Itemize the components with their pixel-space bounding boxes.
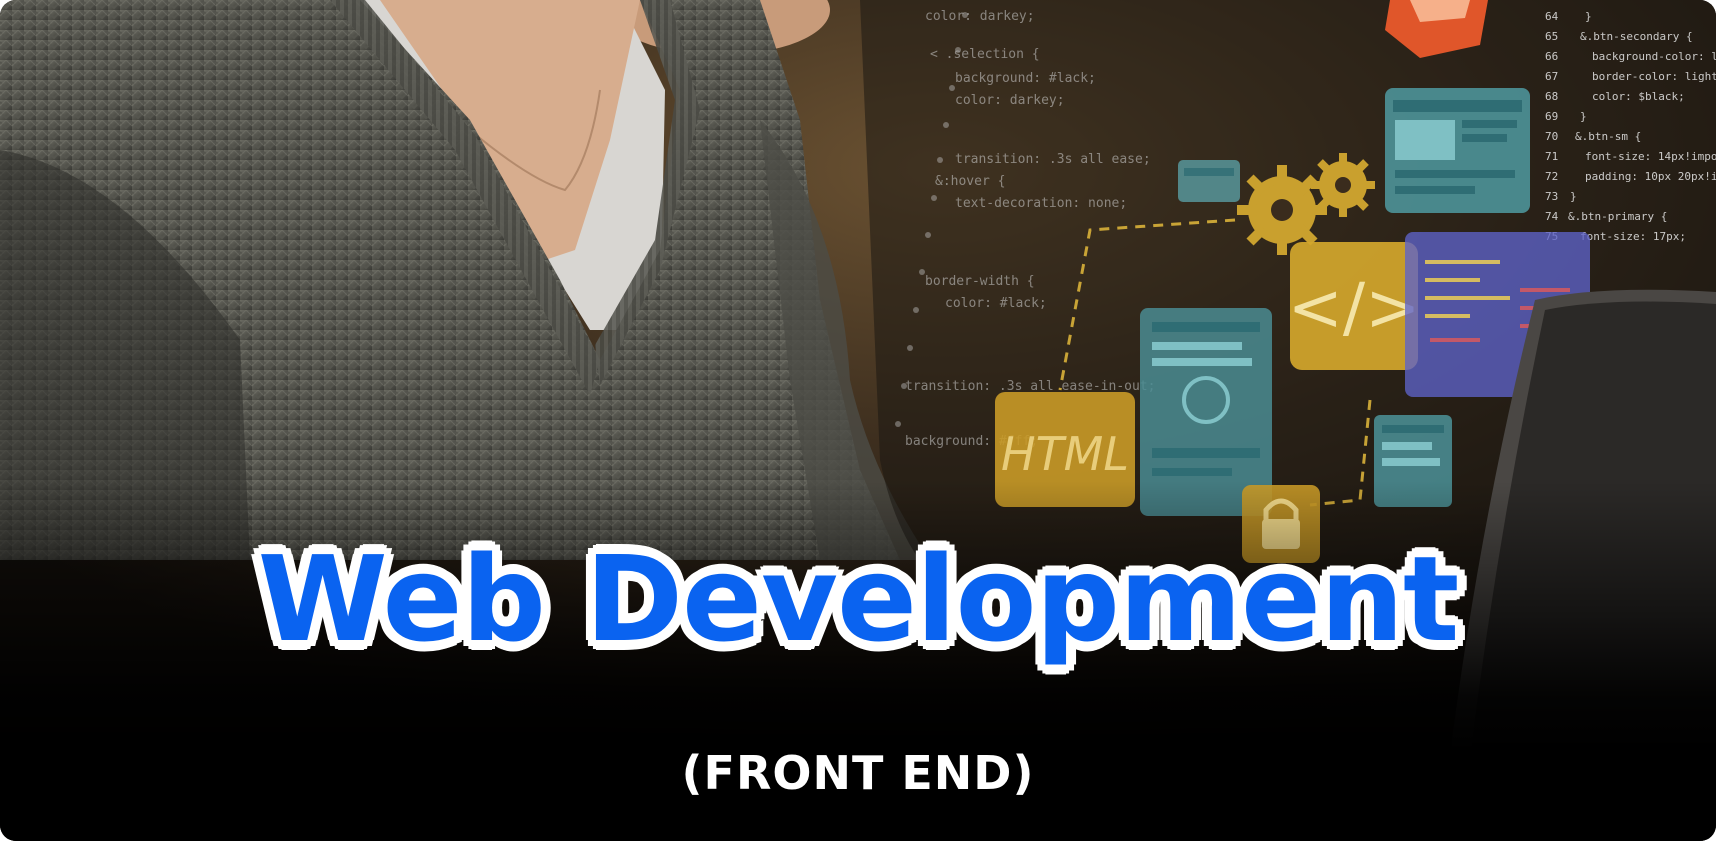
course-banner: color: darkey; < .selection { background… bbox=[0, 0, 1716, 841]
svg-text:transition: .3s all ease-in-ou: transition: .3s all ease-in-out; bbox=[905, 379, 1155, 394]
svg-text:font-size: 14px!important;: font-size: 14px!important; bbox=[1585, 150, 1716, 163]
svg-text:65: 65 bbox=[1545, 30, 1558, 43]
svg-text:64: 64 bbox=[1545, 10, 1559, 23]
svg-text:color: darkey;: color: darkey; bbox=[955, 93, 1065, 108]
svg-text:color: $black;: color: $black; bbox=[1592, 90, 1685, 103]
svg-text:&.btn-primary {: &.btn-primary { bbox=[1568, 210, 1667, 223]
window-icon bbox=[1385, 88, 1530, 213]
svg-text:70: 70 bbox=[1545, 130, 1558, 143]
svg-text:&.btn-secondary {: &.btn-secondary { bbox=[1580, 30, 1693, 43]
code-icon: </> bbox=[1288, 242, 1421, 370]
svg-text:69: 69 bbox=[1545, 110, 1558, 123]
banner-title: Web Development bbox=[257, 530, 1460, 668]
svg-text:font-size: 17px;: font-size: 17px; bbox=[1580, 230, 1686, 243]
svg-text:74: 74 bbox=[1545, 210, 1559, 223]
svg-text:72: 72 bbox=[1545, 170, 1558, 183]
svg-text:}: } bbox=[1580, 110, 1587, 123]
svg-text:text-decoration: none;: text-decoration: none; bbox=[955, 196, 1127, 211]
svg-text:}: } bbox=[1585, 10, 1592, 23]
svg-text:transition: .3s all ease;: transition: .3s all ease; bbox=[955, 152, 1151, 167]
svg-text:color: darkey;: color: darkey; bbox=[925, 9, 1035, 24]
svg-text:padding: 10px 20px!important;: padding: 10px 20px!important; bbox=[1585, 170, 1716, 183]
svg-text:background: #lack;: background: #lack; bbox=[955, 71, 1096, 86]
svg-text:< .selection {: < .selection { bbox=[930, 47, 1040, 62]
svg-text:border-color: lighten($seconda: border-color: lighten($secondary, bbox=[1592, 70, 1716, 83]
svg-text:}: } bbox=[1570, 190, 1577, 203]
svg-text:73: 73 bbox=[1545, 190, 1558, 203]
svg-text:HTML: HTML bbox=[1001, 427, 1129, 481]
svg-text:71: 71 bbox=[1545, 150, 1558, 163]
svg-text:border-width {: border-width { bbox=[925, 274, 1035, 289]
banner-subtitle: (FRONT END) bbox=[681, 746, 1035, 800]
svg-text:&.btn-sm {: &.btn-sm { bbox=[1575, 130, 1641, 143]
svg-text:&:hover {: &:hover { bbox=[935, 174, 1005, 189]
svg-text:67: 67 bbox=[1545, 70, 1558, 83]
svg-text:68: 68 bbox=[1545, 90, 1558, 103]
svg-text:</>: </> bbox=[1288, 269, 1421, 346]
svg-text:66: 66 bbox=[1545, 50, 1558, 63]
svg-text:background-color: lighten($sec: background-color: lighten($secondary, bbox=[1592, 50, 1716, 63]
svg-text:color: #lack;: color: #lack; bbox=[945, 296, 1047, 311]
